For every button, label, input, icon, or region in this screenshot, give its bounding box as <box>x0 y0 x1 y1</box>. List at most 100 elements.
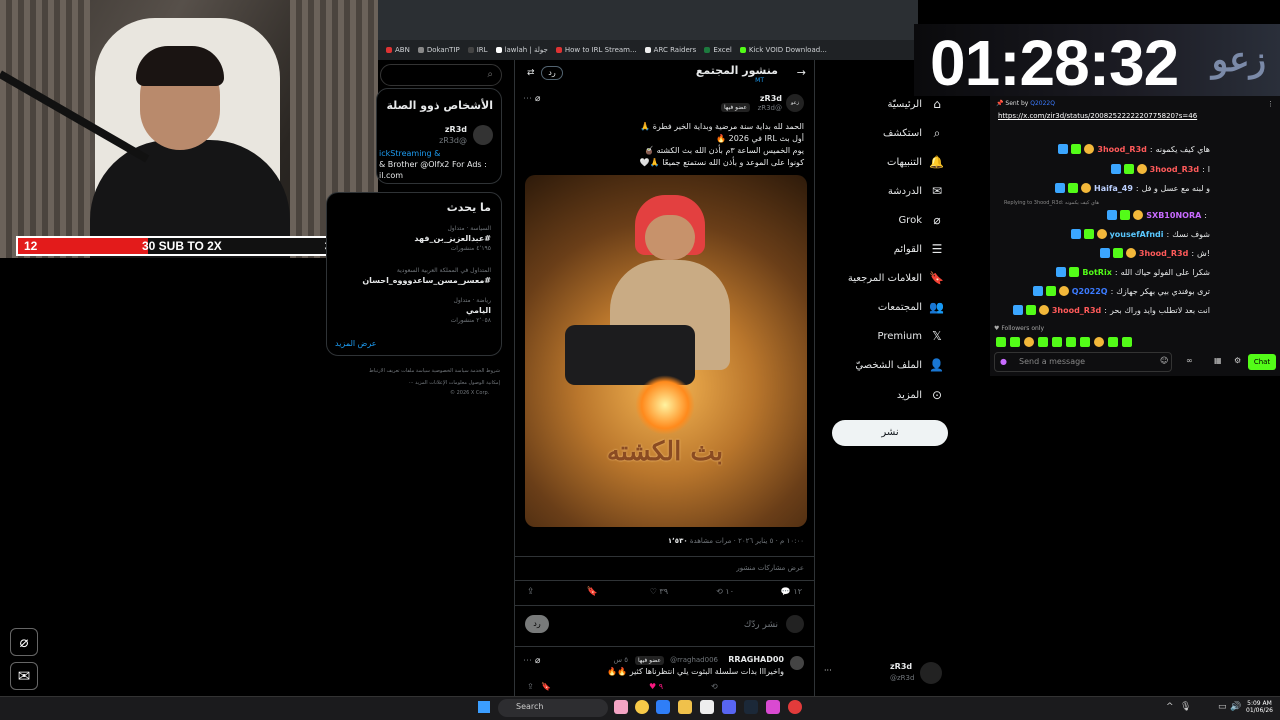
trend-name[interactable]: #عبدالعزيز_بن_فهد <box>414 234 491 243</box>
more-dots[interactable]: ··· <box>824 666 832 675</box>
back-arrow-icon[interactable]: → <box>797 66 806 79</box>
emote-bar[interactable] <box>996 337 1132 347</box>
reply-author[interactable]: RRAGHAD00 <box>728 655 784 664</box>
trend-name[interactable]: اليامي <box>466 306 491 315</box>
mic-icon[interactable]: 🎙 <box>1180 702 1191 712</box>
nav-grok[interactable]: ⌀ Grok <box>898 213 944 227</box>
chat-send-button[interactable]: Chat <box>1248 354 1276 370</box>
emote-icon[interactable] <box>1052 337 1062 347</box>
emote-icon[interactable] <box>1108 337 1118 347</box>
grok-icon[interactable]: ⌀ <box>535 656 540 666</box>
author-name[interactable]: zR3d <box>760 94 782 103</box>
grok-icon[interactable]: ⌀ <box>535 94 540 104</box>
avatar[interactable]: زعو <box>786 94 804 112</box>
nav-notifications[interactable]: 🔔 التنبيهات <box>887 155 944 169</box>
browser-toolbar <box>378 0 918 40</box>
nav-premium[interactable]: 𝕏 Premium <box>878 329 945 343</box>
mic-icon[interactable]: ● <box>1000 357 1007 366</box>
emote-icon[interactable] <box>1038 337 1048 347</box>
like-action[interactable]: ♡ ٣٩ <box>650 587 668 596</box>
nav-bookmarks[interactable]: 🔖 العلامات المرجعية <box>848 271 944 285</box>
emoji-icon[interactable]: ☺ <box>1160 356 1168 365</box>
emote-icon[interactable] <box>996 337 1006 347</box>
avatar[interactable] <box>920 662 942 684</box>
more-icon[interactable]: ⋯ <box>523 94 532 104</box>
avatar[interactable] <box>473 125 493 145</box>
emote-icon[interactable] <box>1010 337 1020 347</box>
edge-icon[interactable] <box>656 700 670 714</box>
share-icon[interactable]: ⇪ <box>527 587 535 597</box>
steam-icon[interactable] <box>744 700 758 714</box>
settings-icon[interactable]: ⇄ <box>527 68 535 78</box>
profile-name[interactable]: zR3d <box>445 125 467 134</box>
app-icon[interactable] <box>766 700 780 714</box>
emote-icon[interactable] <box>1094 337 1104 347</box>
bookmark-icon[interactable]: 🔖 <box>587 587 598 597</box>
reply-button[interactable]: رد <box>541 66 563 80</box>
windows-start-icon[interactable] <box>478 701 490 713</box>
nav-more[interactable]: ⊙ المزيد <box>897 388 944 402</box>
kick-chat: 📌 Sent by Q2022Q https://x.com/zir3d/sta… <box>990 96 1280 376</box>
points-icon[interactable]: ∞ <box>1186 356 1193 365</box>
post-feed: → منشور المجتمع MT رد ⇄ زعو zR3d @zR3d ع… <box>514 60 815 696</box>
bookmark-icon[interactable]: 🔖 <box>541 682 551 691</box>
monitor-icon[interactable]: ▭ <box>1218 702 1227 712</box>
bookmark[interactable]: ABN <box>386 46 410 54</box>
bookmark[interactable]: lawlah | جولة <box>495 46 548 54</box>
nav-lists[interactable]: ☰ القوائم <box>894 242 944 256</box>
store-icon[interactable]: ▦ <box>1214 356 1222 365</box>
app-icon[interactable] <box>614 700 628 714</box>
trend-name[interactable]: #معسر_مسن_ساعدوووه_احسان <box>362 276 491 285</box>
bookmark[interactable]: IRL <box>467 46 488 54</box>
nav-profile[interactable]: 👤 الملف الشخصيّ <box>855 358 944 372</box>
reply-action[interactable]: 💬 ١٢ <box>781 587 802 596</box>
webcam-feed <box>0 0 378 258</box>
show-more-link[interactable]: عرض المزيد <box>335 339 377 348</box>
reply-like[interactable]: ♥ ٩ <box>649 682 663 691</box>
post-button[interactable]: نشر <box>832 420 948 446</box>
chrome-icon[interactable] <box>635 700 649 714</box>
taskbar-clock[interactable]: 5:09 AM 01/06/26 <box>1246 700 1273 714</box>
repost-icon[interactable]: ⟲ <box>711 682 718 691</box>
discord-icon[interactable] <box>722 700 736 714</box>
account-name[interactable]: zR3d <box>890 662 912 671</box>
chat-message: 3hood_R3d: ا <box>1110 164 1210 174</box>
bookmark[interactable]: Excel <box>704 46 732 54</box>
view-quotes-link[interactable]: عرض مشاركات منشور <box>736 564 804 572</box>
mail-icon[interactable]: ✉ <box>10 662 38 690</box>
footer-links[interactable]: شروط الخدمة سياسة الخصوصية سياسة ملفات ت… <box>350 368 500 374</box>
nav-explore[interactable]: ⌕ استكشف <box>883 126 944 141</box>
reply-submit-button[interactable]: رد <box>525 615 549 633</box>
taskbar-search[interactable]: Search <box>498 699 608 717</box>
emote-icon[interactable] <box>1066 337 1076 347</box>
footer-links[interactable]: إمكانية الوصول معلومات الإعلانات المزيد … <box>350 380 500 386</box>
folder-icon[interactable] <box>678 700 692 714</box>
more-icon[interactable]: ⋯ <box>523 656 532 666</box>
bookmark[interactable]: ARC Raiders <box>644 46 696 54</box>
pin-icon[interactable]: ⋮ <box>1267 100 1274 108</box>
bookmark[interactable]: How to IRL Stream... <box>555 46 637 54</box>
bookmark[interactable]: Kick VOID Download... <box>739 46 827 54</box>
repost-action[interactable]: ⟲ ١٠ <box>716 587 734 596</box>
emote-icon[interactable] <box>1024 337 1034 347</box>
followers-only-notice: ♥ Followers only <box>994 325 1045 332</box>
grok-icon[interactable]: ⌀ <box>10 628 38 656</box>
obs-icon[interactable] <box>788 700 802 714</box>
emote-icon[interactable] <box>1122 337 1132 347</box>
volume-icon[interactable]: 🔊 <box>1230 702 1241 712</box>
mail-icon: ✉ <box>931 184 943 198</box>
post-image[interactable]: بث الكشته <box>525 175 807 527</box>
share-icon[interactable]: ⇪ <box>527 682 534 691</box>
avatar[interactable] <box>790 656 804 670</box>
pinned-link[interactable]: https://x.com/zir3d/status/2008252222220… <box>998 112 1197 120</box>
bookmark[interactable]: DokanTIP <box>417 46 460 54</box>
nav-chat[interactable]: ✉ الدردشة <box>888 184 944 198</box>
tray-chevron-icon[interactable]: ^ <box>1166 702 1174 712</box>
x-search-input[interactable]: ⌕ <box>380 64 502 86</box>
nav-communities[interactable]: 👥 المجتمعات <box>878 300 944 314</box>
store-icon[interactable] <box>700 700 714 714</box>
reply-input[interactable]: نشر ردّك <box>744 620 778 630</box>
chat-input[interactable]: Send a message <box>994 352 1172 372</box>
gear-icon[interactable]: ⚙ <box>1234 356 1241 365</box>
emote-icon[interactable] <box>1080 337 1090 347</box>
